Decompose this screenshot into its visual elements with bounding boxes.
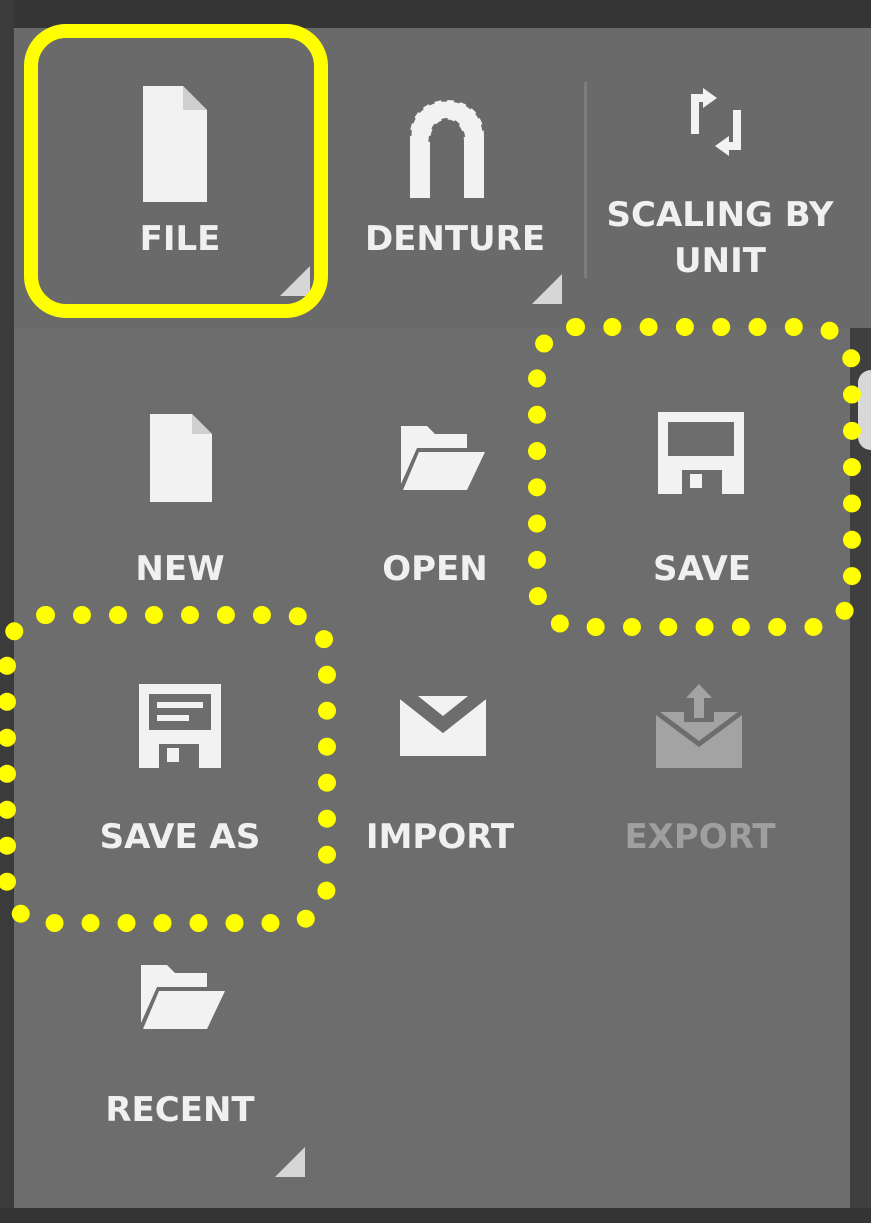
scaling-by-unit-button[interactable]: SCALING BY UNIT — [595, 40, 845, 290]
save-label: SAVE — [652, 549, 752, 589]
save-button[interactable]: SAVE — [592, 400, 812, 600]
denture-dropdown-corner[interactable] — [532, 274, 562, 304]
export-label: EXPORT — [624, 817, 776, 857]
denture-tool-button[interactable]: DENTURE — [340, 40, 570, 306]
floppy-disk-lines-icon — [139, 684, 221, 768]
save-as-button[interactable]: SAVE AS — [65, 670, 295, 870]
scaling-label-line1: SCALING BY — [606, 195, 834, 235]
window-top-strip — [0, 0, 871, 28]
save-as-label: SAVE AS — [99, 817, 261, 857]
open-button[interactable]: OPEN — [325, 400, 545, 600]
window-bottom-strip — [0, 1208, 871, 1223]
ribbon-divider — [584, 82, 587, 278]
denture-tool-label: DENTURE — [364, 219, 546, 259]
open-label: OPEN — [382, 549, 488, 589]
file-tool-label: FILE — [139, 219, 221, 259]
recent-label: RECENT — [105, 1090, 255, 1130]
convert-arrows-icon — [691, 88, 741, 156]
import-label: IMPORT — [365, 817, 515, 857]
new-document-icon — [150, 414, 212, 502]
window-left-edge — [0, 0, 14, 1223]
recent-button[interactable]: RECENT — [65, 945, 305, 1185]
envelope-export-icon — [654, 684, 744, 768]
new-button[interactable]: NEW — [70, 400, 290, 600]
scaling-label-line2: UNIT — [674, 241, 766, 281]
envelope-import-icon — [398, 694, 488, 756]
export-button: EXPORT — [590, 670, 810, 870]
file-dropdown-corner[interactable] — [280, 266, 310, 296]
file-tool-button[interactable]: FILE — [40, 40, 320, 306]
panel-right-edge — [850, 328, 871, 1223]
folder-icon — [141, 965, 225, 1029]
recent-dropdown-corner[interactable] — [275, 1147, 305, 1177]
document-icon — [143, 86, 207, 202]
denture-arch-icon — [408, 98, 486, 198]
open-folder-icon — [401, 426, 485, 490]
new-label: NEW — [135, 549, 225, 589]
floppy-disk-icon — [658, 412, 744, 494]
import-button[interactable]: IMPORT — [330, 670, 550, 870]
scroll-handle[interactable] — [858, 370, 871, 450]
